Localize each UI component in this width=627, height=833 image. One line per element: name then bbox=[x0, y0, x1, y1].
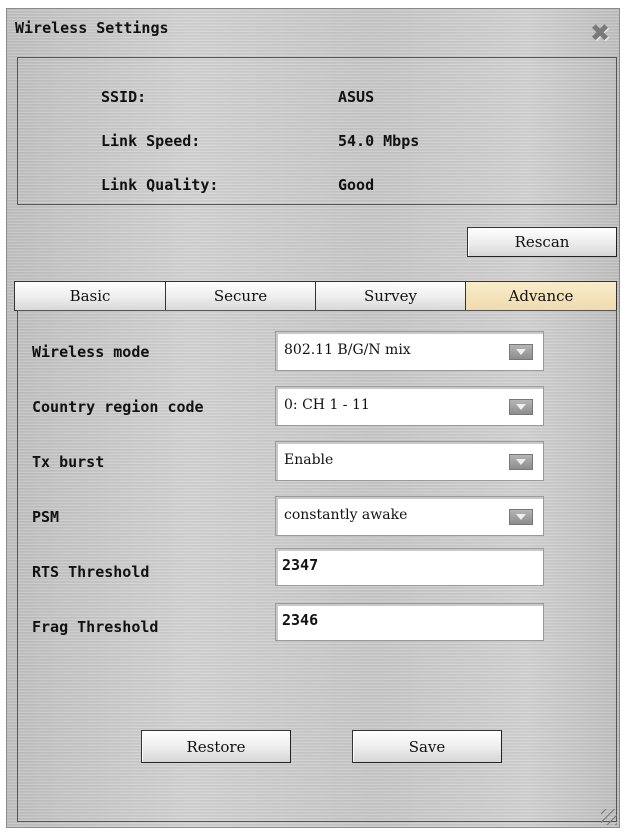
psm-label: PSM bbox=[32, 508, 60, 526]
link-quality-row: Link Quality: Good bbox=[18, 176, 616, 198]
rescan-button[interactable]: Rescan bbox=[467, 227, 617, 257]
frag-threshold-label: Frag Threshold bbox=[32, 618, 159, 636]
tx-burst-select[interactable]: Enable bbox=[275, 441, 544, 481]
psm-select[interactable]: constantly awake bbox=[275, 496, 544, 536]
tx-burst-label: Tx burst bbox=[32, 453, 105, 471]
tab-secure[interactable]: Secure bbox=[165, 281, 316, 311]
connection-status-panel: SSID: ASUS Link Speed: 54.0 Mbps Link Qu… bbox=[17, 57, 617, 205]
wireless-mode-label: Wireless mode bbox=[32, 343, 150, 361]
close-icon[interactable]: ✖ bbox=[588, 19, 612, 47]
link-quality-label: Link Quality: bbox=[101, 176, 219, 194]
country-region-value: 0: CH 1 - 11 bbox=[284, 397, 370, 413]
wireless-mode-select[interactable]: 802.11 B/G/N mix bbox=[275, 331, 544, 371]
save-button[interactable]: Save bbox=[352, 730, 502, 763]
psm-value: constantly awake bbox=[284, 507, 408, 523]
chevron-down-icon[interactable] bbox=[509, 509, 533, 525]
wireless-mode-value: 802.11 B/G/N mix bbox=[284, 342, 411, 358]
rts-threshold-label: RTS Threshold bbox=[32, 563, 150, 581]
restore-button[interactable]: Restore bbox=[141, 730, 291, 763]
tab-survey[interactable]: Survey bbox=[315, 281, 466, 311]
tx-burst-value: Enable bbox=[284, 452, 334, 468]
country-region-select[interactable]: 0: CH 1 - 11 bbox=[275, 386, 544, 426]
wireless-settings-window: Wireless Settings ✖ SSID: ASUS Link Spee… bbox=[6, 8, 620, 828]
chevron-down-icon[interactable] bbox=[509, 344, 533, 360]
tab-basic[interactable]: Basic bbox=[14, 281, 166, 311]
rts-threshold-input[interactable]: 2347 bbox=[275, 548, 544, 586]
ssid-row: SSID: ASUS bbox=[18, 88, 616, 110]
country-region-label: Country region code bbox=[32, 398, 204, 416]
link-speed-label: Link Speed: bbox=[101, 132, 201, 150]
resize-grip-icon[interactable] bbox=[601, 809, 617, 825]
link-quality-value: Good bbox=[338, 176, 375, 194]
ssid-label: SSID: bbox=[101, 88, 147, 106]
tab-advance[interactable]: Advance bbox=[465, 281, 617, 311]
chevron-down-icon[interactable] bbox=[509, 454, 533, 470]
window-title: Wireless Settings bbox=[15, 19, 169, 37]
link-speed-value: 54.0 Mbps bbox=[338, 132, 420, 150]
ssid-value: ASUS bbox=[338, 88, 375, 106]
chevron-down-icon[interactable] bbox=[509, 399, 533, 415]
frag-threshold-input[interactable]: 2346 bbox=[275, 603, 544, 641]
link-speed-row: Link Speed: 54.0 Mbps bbox=[18, 132, 616, 154]
